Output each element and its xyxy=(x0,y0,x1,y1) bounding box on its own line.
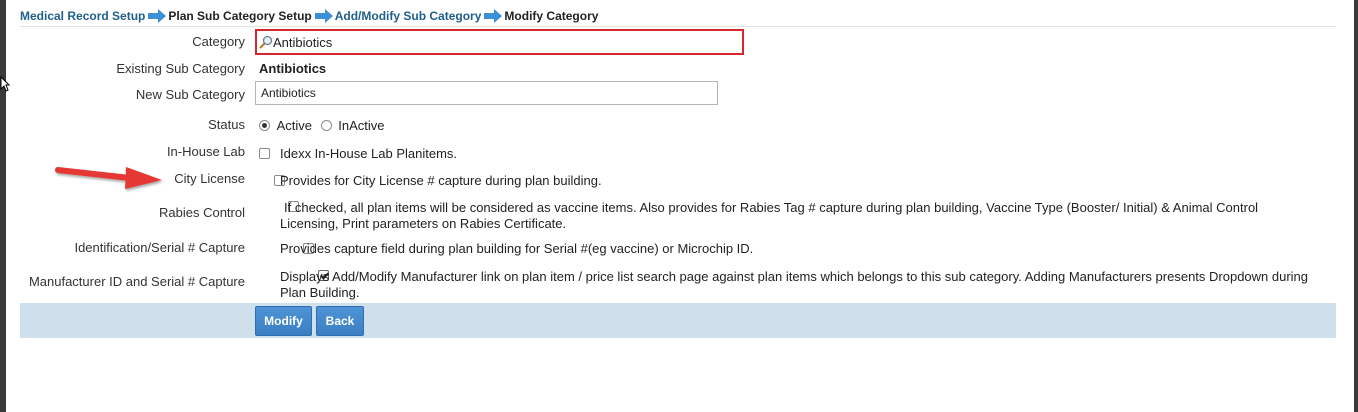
window-right-edge xyxy=(1354,0,1358,412)
category-search-input[interactable]: Antibiotics xyxy=(255,29,744,55)
status-label: Status xyxy=(208,117,245,132)
breadcrumb-modify-category: Modify Category xyxy=(504,9,599,23)
city-license-label: City License xyxy=(174,171,245,186)
manufacturer-serial-label: Manufacturer ID and Serial # Capture xyxy=(28,274,245,289)
breadcrumb-plan-sub-category-setup[interactable]: Plan Sub Category Setup xyxy=(168,9,311,23)
in-house-lab-checkbox[interactable] xyxy=(259,148,270,159)
new-sub-category-input[interactable]: Antibiotics xyxy=(255,81,718,105)
in-house-lab-label: In-House Lab xyxy=(166,144,245,159)
window-left-edge xyxy=(0,0,6,412)
status-radio-group: Active InActive xyxy=(259,118,385,133)
breadcrumb-add-modify-sub-category[interactable]: Add/Modify Sub Category xyxy=(335,9,482,23)
rabies-control-text: If checked, all plan items will be consi… xyxy=(280,200,1259,231)
existing-sub-category-value: Antibiotics xyxy=(259,61,327,76)
in-house-lab-text: Idexx In-House Lab Planitems. xyxy=(280,146,458,161)
arrow-right-icon xyxy=(314,9,333,23)
divider xyxy=(20,26,1336,27)
city-license-text: Provides for City License # capture duri… xyxy=(280,173,602,188)
existing-sub-category-label: Existing Sub Category xyxy=(116,61,245,76)
magnifier-icon xyxy=(259,35,273,49)
breadcrumb: Medical Record Setup Plan Sub Category S… xyxy=(20,7,598,25)
red-arrow-icon xyxy=(52,160,167,197)
identification-serial-label: Identification/Serial # Capture xyxy=(74,240,245,255)
arrow-right-icon xyxy=(148,9,167,23)
status-inactive-radio[interactable] xyxy=(320,120,332,131)
category-label: Category xyxy=(192,34,245,49)
manufacturer-serial-text: Displays Add/Modify Manufacturer link on… xyxy=(280,269,1309,300)
status-inactive-label: InActive xyxy=(338,118,385,133)
breadcrumb-medical-record-setup[interactable]: Medical Record Setup xyxy=(20,9,145,23)
category-value: Antibiotics xyxy=(273,34,333,50)
status-active-label: Active xyxy=(276,118,313,133)
status-active-radio[interactable] xyxy=(259,120,270,131)
rabies-control-label: Rabies Control xyxy=(159,205,245,220)
arrow-right-icon xyxy=(484,9,503,23)
identification-serial-text: Provides capture field during plan build… xyxy=(280,241,754,256)
action-bar: Modify Back xyxy=(20,303,1336,338)
mouse-cursor-icon xyxy=(0,75,11,95)
back-button[interactable]: Back xyxy=(316,306,364,336)
modify-button[interactable]: Modify xyxy=(255,306,312,336)
new-sub-category-label: New Sub Category xyxy=(135,87,245,102)
